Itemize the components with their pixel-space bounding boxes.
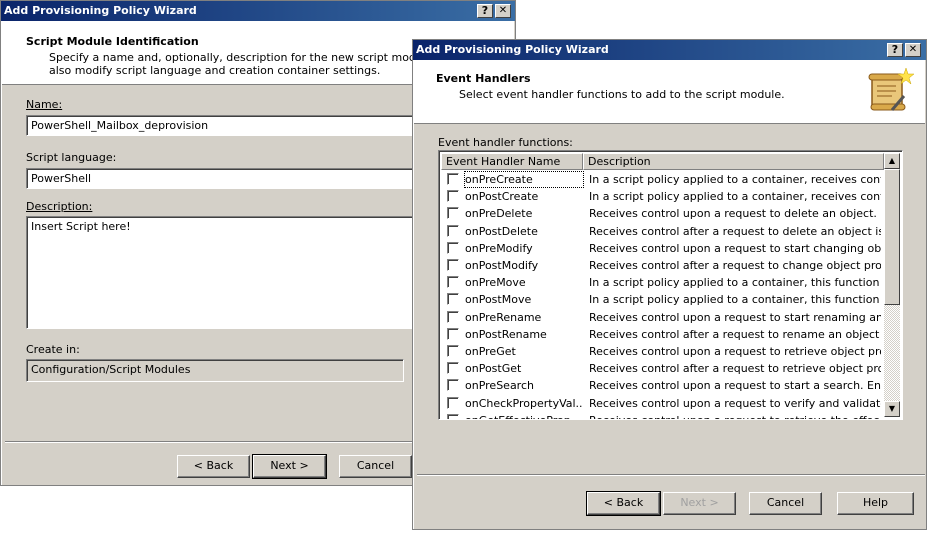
event-handler-name: onPreGet	[465, 345, 516, 358]
event-handler-name: onPreDelete	[465, 207, 533, 221]
table-row[interactable]: onPostModify Receives control after a req…	[441, 257, 881, 274]
table-row[interactable]: onGetEffectiveProp... Receives control up…	[441, 412, 881, 419]
event-handler-description: Receives control upon a request to verif…	[589, 396, 881, 410]
window-title: Add Provisioning Policy Wizard	[4, 4, 197, 17]
event-handler-description: In a script policy applied to a containe…	[589, 190, 881, 204]
event-handler-description: Receives control after a request to chan…	[589, 259, 881, 272]
row-checkbox[interactable]	[447, 413, 459, 419]
row-checkbox[interactable]	[447, 327, 459, 340]
page-description: Specify a name and, optionally, descript…	[49, 51, 459, 64]
table-row[interactable]: onPostRename Receives control after a req…	[441, 326, 881, 343]
row-checkbox[interactable]	[447, 190, 459, 203]
event-handler-description: In a script policy applied to a containe…	[589, 173, 881, 186]
table-row[interactable]: onPreRename Receives control upon a reque…	[441, 309, 881, 326]
back-button[interactable]: < Back	[586, 491, 661, 516]
table-row[interactable]: onPreModify Receives control upon a reque…	[441, 240, 881, 257]
table-row[interactable]: onPreGet Receives control upon a request …	[441, 343, 881, 360]
wizard-header: Event Handlers Select event handler func…	[414, 60, 925, 124]
row-checkbox[interactable]	[447, 224, 459, 237]
row-checkbox[interactable]	[447, 207, 459, 220]
event-handler-name: onPreRename	[465, 310, 542, 324]
table-row[interactable]: onPreDelete Receives control upon a reque…	[441, 205, 881, 222]
name-label: Name:	[26, 98, 63, 111]
table-row[interactable]: onPreMove In a script policy applied to a…	[441, 274, 881, 291]
event-handler-description: Receives control upon a request to delet…	[589, 207, 881, 221]
column-header-name[interactable]: Event Handler Name	[441, 153, 583, 170]
event-handler-name: onGetEffectiveProp...	[465, 413, 583, 419]
next-button: Next >	[663, 492, 736, 515]
event-handler-description: Receives control upon a request to start…	[589, 310, 881, 324]
event-handler-name: onPostDelete	[465, 224, 538, 238]
event-handler-description: Receives control upon a request to start…	[589, 241, 881, 255]
back-button[interactable]: < Back	[177, 455, 250, 478]
row-checkbox[interactable]	[447, 259, 459, 271]
table-row[interactable]: onPostCreate In a script policy applied t…	[441, 188, 881, 205]
event-handler-name: onPreSearch	[465, 379, 534, 393]
row-checkbox[interactable]	[447, 173, 459, 185]
table-row[interactable]: onPostDelete Receives control after a req…	[441, 223, 881, 240]
event-handler-name: onPostCreate	[465, 190, 539, 204]
page-title: Event Handlers	[436, 72, 531, 85]
help-title-button[interactable]: ?	[887, 43, 903, 57]
table-row[interactable]: onCheckPropertyVal... Receives control up…	[441, 395, 881, 412]
scroll-up-arrow-icon[interactable]: ▲	[884, 153, 900, 169]
row-checkbox[interactable]	[447, 276, 459, 289]
event-handler-name: onPreModify	[465, 241, 533, 255]
event-handler-name: onPreMove	[465, 276, 526, 290]
event-handler-list-label: Event handler functions:	[438, 136, 573, 149]
help-title-button[interactable]: ?	[477, 4, 493, 18]
event-handler-list[interactable]: Event Handler Name Description onPreCrea…	[438, 150, 903, 420]
help-button[interactable]: Help	[837, 492, 914, 515]
column-header-description[interactable]: Description	[583, 153, 884, 170]
next-button[interactable]: Next >	[252, 454, 327, 479]
event-handler-description: Receives control after a request to dele…	[589, 224, 881, 238]
event-handler-description: Receives control upon a request to retri…	[589, 413, 881, 419]
title-bar: Add Provisioning Policy Wizard	[413, 40, 926, 60]
row-checkbox[interactable]	[447, 293, 459, 306]
scroll-down-arrow-icon[interactable]: ▼	[884, 401, 900, 417]
page-description: Select event handler functions to add to…	[459, 88, 785, 101]
event-handler-description: Receives control after a request to rena…	[589, 327, 881, 341]
event-handler-description: Receives control after a request to retr…	[589, 362, 881, 376]
cancel-button[interactable]: Cancel	[749, 492, 822, 515]
close-icon[interactable]: ✕	[495, 4, 511, 18]
event-handler-name: onCheckPropertyVal...	[465, 396, 583, 410]
event-handler-name: onPreCreate	[464, 171, 584, 188]
table-row[interactable]: onPostMove In a script policy applied to …	[441, 291, 881, 308]
row-checkbox[interactable]	[447, 362, 459, 375]
event-handler-name: onPostModify	[465, 259, 539, 272]
table-row[interactable]: onPreCreate In a script policy applied to…	[441, 171, 881, 188]
event-handler-description: In a script policy applied to a containe…	[589, 293, 881, 307]
create-in-field: Configuration/Script Modules	[26, 359, 404, 382]
button-separator	[417, 474, 925, 476]
event-handler-description: Receives control upon a request to retri…	[589, 345, 881, 358]
table-row[interactable]: onPostGet Receives control after a reques…	[441, 360, 881, 377]
title-bar: Add Provisioning Policy Wizard	[1, 1, 515, 21]
close-icon[interactable]: ✕	[905, 43, 921, 57]
row-checkbox[interactable]	[447, 345, 459, 357]
scroll-thumb[interactable]	[884, 169, 900, 305]
wizard-scroll-icon	[866, 66, 915, 116]
event-handler-name: onPostRename	[465, 327, 547, 341]
row-checkbox[interactable]	[447, 379, 459, 392]
event-handler-description: In a script policy applied to a containe…	[589, 276, 881, 290]
list-rows: onPreCreate In a script policy applied to…	[439, 171, 884, 419]
event-handler-name: onPostGet	[465, 362, 522, 376]
description-label: Description:	[26, 200, 93, 213]
event-handlers-wizard-window: Add Provisioning Policy Wizard ? ✕ Event…	[412, 39, 927, 530]
table-row[interactable]: onPreSearch Receives control upon a reque…	[441, 377, 881, 394]
cancel-button[interactable]: Cancel	[339, 455, 412, 478]
create-in-label: Create in:	[26, 343, 80, 356]
row-checkbox[interactable]	[447, 396, 459, 409]
event-handler-description: Receives control upon a request to start…	[589, 379, 881, 393]
row-checkbox[interactable]	[447, 310, 459, 323]
row-checkbox[interactable]	[447, 241, 459, 254]
event-handler-name: onPostMove	[465, 293, 532, 307]
page-description-line-2: also modify script language and creation…	[49, 64, 381, 77]
script-language-label: Script language:	[26, 151, 117, 164]
list-scrollbar[interactable]: ▲ ▼	[884, 153, 900, 417]
page-title: Script Module Identification	[26, 35, 199, 48]
window-title: Add Provisioning Policy Wizard	[416, 43, 609, 56]
